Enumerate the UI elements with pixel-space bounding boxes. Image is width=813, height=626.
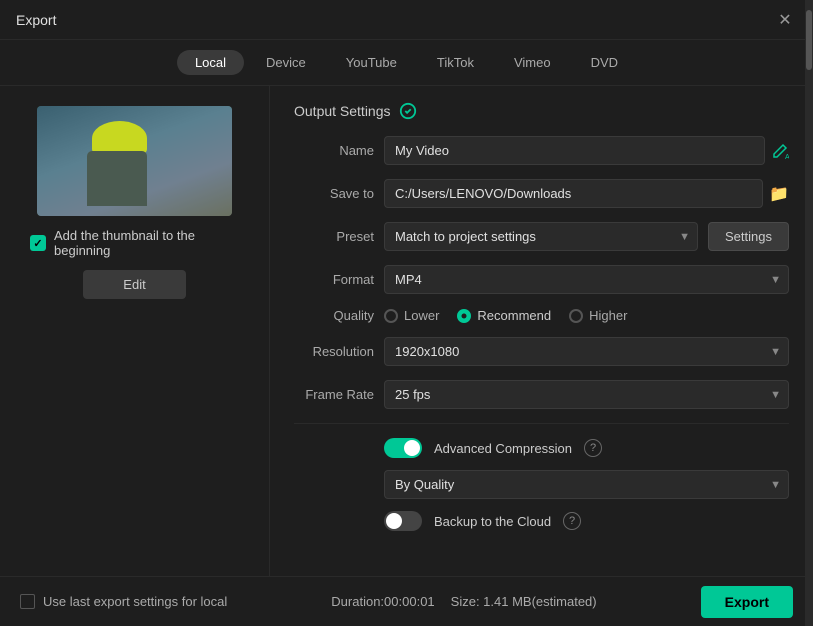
resolution-row: Resolution 1920x1080 ▼ xyxy=(294,337,789,366)
preset-row: Preset Match to project settings ▼ Setti… xyxy=(294,222,789,251)
backup-help-icon[interactable]: ? xyxy=(563,512,581,530)
scrollbar[interactable] xyxy=(805,86,813,576)
format-label: Format xyxy=(294,272,374,287)
resolution-label: Resolution xyxy=(294,344,374,359)
framerate-select[interactable]: 25 fps xyxy=(384,380,789,409)
edit-button[interactable]: Edit xyxy=(83,270,185,299)
export-button[interactable]: Export xyxy=(701,586,793,618)
advanced-compression-toggle-knob xyxy=(404,440,420,456)
output-settings-title: Output Settings xyxy=(294,102,789,120)
by-quality-select-wrapper: By Quality ▼ xyxy=(384,470,789,499)
save-to-input[interactable] xyxy=(384,179,763,208)
preset-label: Preset xyxy=(294,229,374,244)
tab-dvd[interactable]: DVD xyxy=(573,50,636,75)
content-area: Add the thumbnail to the beginning Edit … xyxy=(0,86,813,576)
footer-left: Use last export settings for local xyxy=(20,594,227,609)
by-quality-select[interactable]: By Quality xyxy=(384,470,789,499)
name-row: Name AI xyxy=(294,136,789,165)
advanced-compression-label: Advanced Compression xyxy=(434,441,572,456)
close-button[interactable]: ✕ xyxy=(773,8,797,32)
format-select-wrapper: MP4 ▼ xyxy=(384,265,789,294)
advanced-compression-row: Advanced Compression ? xyxy=(294,438,789,458)
quality-recommend-radio[interactable] xyxy=(457,309,471,323)
quality-higher[interactable]: Higher xyxy=(569,308,627,323)
settings-button[interactable]: Settings xyxy=(708,222,789,251)
output-settings-icon xyxy=(399,102,417,120)
svg-text:AI: AI xyxy=(785,154,789,160)
name-input[interactable] xyxy=(384,136,765,165)
quality-label: Quality xyxy=(294,308,374,323)
quality-row: Quality Lower Recommend Higher xyxy=(294,308,789,323)
preset-select[interactable]: Match to project settings xyxy=(384,222,698,251)
name-input-wrapper: AI xyxy=(384,136,789,165)
tab-bar: Local Device YouTube TikTok Vimeo DVD xyxy=(0,40,813,86)
quality-higher-radio[interactable] xyxy=(569,309,583,323)
tab-vimeo[interactable]: Vimeo xyxy=(496,50,569,75)
format-select[interactable]: MP4 xyxy=(384,265,789,294)
advanced-compression-help-icon[interactable]: ? xyxy=(584,439,602,457)
footer-center: Duration:00:00:01 Size: 1.41 MB(estimate… xyxy=(331,594,596,609)
quality-recommend[interactable]: Recommend xyxy=(457,308,551,323)
title-bar: Export ✕ xyxy=(0,0,813,40)
tab-youtube[interactable]: YouTube xyxy=(328,50,415,75)
footer: Use last export settings for local Durat… xyxy=(0,576,813,626)
save-to-input-wrapper: 📁 xyxy=(384,179,789,208)
tab-device[interactable]: Device xyxy=(248,50,324,75)
thumbnail-checkbox[interactable] xyxy=(30,235,46,251)
backup-toggle[interactable] xyxy=(384,511,422,531)
backup-row: Backup to the Cloud ? xyxy=(294,511,789,531)
last-settings-checkbox[interactable] xyxy=(20,594,35,609)
quality-lower-radio[interactable] xyxy=(384,309,398,323)
divider xyxy=(294,423,789,424)
name-label: Name xyxy=(294,143,374,158)
save-to-row: Save to 📁 xyxy=(294,179,789,208)
size-info: Size: 1.41 MB(estimated) xyxy=(451,594,597,609)
window-title: Export xyxy=(16,12,56,28)
folder-icon[interactable]: 📁 xyxy=(769,184,789,204)
format-row: Format MP4 ▼ xyxy=(294,265,789,294)
quality-lower-label: Lower xyxy=(404,308,439,323)
quality-recommend-label: Recommend xyxy=(477,308,551,323)
quality-lower[interactable]: Lower xyxy=(384,308,439,323)
resolution-select-wrapper: 1920x1080 ▼ xyxy=(384,337,789,366)
video-thumbnail xyxy=(37,106,232,216)
quality-radio-group: Lower Recommend Higher xyxy=(384,308,627,323)
backup-toggle-knob xyxy=(386,513,402,529)
advanced-compression-toggle[interactable] xyxy=(384,438,422,458)
by-quality-row: By Quality ▼ xyxy=(294,470,789,499)
last-settings-label: Use last export settings for local xyxy=(43,594,227,609)
ai-edit-icon[interactable]: AI xyxy=(771,142,789,160)
export-window: Export ✕ Local Device YouTube TikTok Vim… xyxy=(0,0,813,626)
thumbnail-checkbox-row: Add the thumbnail to the beginning xyxy=(20,228,249,258)
framerate-row: Frame Rate 25 fps ▼ xyxy=(294,380,789,409)
tab-tiktok[interactable]: TikTok xyxy=(419,50,492,75)
thumbnail-checkbox-label: Add the thumbnail to the beginning xyxy=(54,228,249,258)
duration-info: Duration:00:00:01 xyxy=(331,594,434,609)
right-panel: Output Settings Name AI xyxy=(270,86,813,576)
left-panel: Add the thumbnail to the beginning Edit xyxy=(0,86,270,576)
framerate-select-wrapper: 25 fps ▼ xyxy=(384,380,789,409)
preset-select-wrapper: Match to project settings ▼ xyxy=(384,222,698,251)
quality-higher-label: Higher xyxy=(589,308,627,323)
framerate-label: Frame Rate xyxy=(294,387,374,402)
backup-label: Backup to the Cloud xyxy=(434,514,551,529)
tab-local[interactable]: Local xyxy=(177,50,244,75)
resolution-select[interactable]: 1920x1080 xyxy=(384,337,789,366)
save-to-label: Save to xyxy=(294,186,374,201)
